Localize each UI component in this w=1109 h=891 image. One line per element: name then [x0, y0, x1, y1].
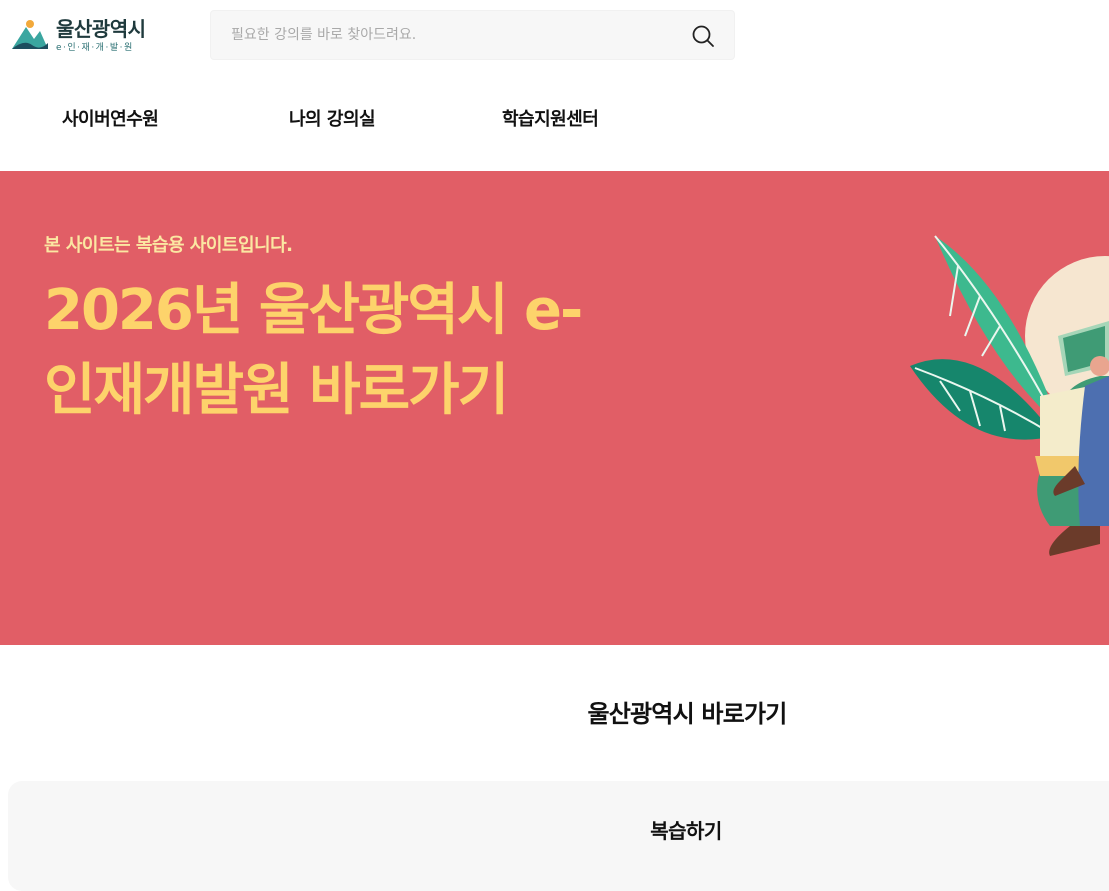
reading-person-illustration	[910, 235, 1109, 556]
search-bar	[210, 10, 735, 60]
nav-item-my-classroom[interactable]: 나의 강의실	[289, 96, 376, 144]
nav-item-learning-support[interactable]: 학습지원센터	[502, 96, 599, 144]
header: 울산광역시 e·인·재·개·발·원 사이버연수원 나의 강의실 학습지원센터	[0, 0, 1109, 171]
hero-banner[interactable]: 본 사이트는 복습용 사이트입니다. 2026년 울산광역시 e- 인재개발원 …	[0, 171, 1109, 645]
logo-mountain-icon	[12, 20, 48, 49]
main-nav: 사이버연수원 나의 강의실 학습지원센터	[0, 96, 700, 146]
nav-item-cyber-academy[interactable]: 사이버연수원	[62, 96, 159, 144]
section-title-text: 울산광역시 바로가기	[587, 700, 787, 728]
search-icon	[692, 25, 714, 47]
logo-title: 울산광역시	[56, 16, 146, 41]
hero-title-line-1: 2026년 울산광역시 e-	[44, 278, 583, 343]
review-card[interactable]: 복습하기	[8, 781, 1109, 891]
logo-subtitle: e·인·재·개·발·원	[56, 42, 134, 53]
section-title: 울산광역시 바로가기	[0, 694, 1109, 729]
search-button[interactable]	[690, 23, 716, 49]
hero-subtitle: 본 사이트는 복습용 사이트입니다.	[44, 235, 293, 256]
site-logo[interactable]: 울산광역시 e·인·재·개·발·원	[10, 12, 180, 58]
hero-title: 2026년 울산광역시 e- 인재개발원 바로가기	[44, 271, 644, 431]
hero-title-line-2: 인재개발원 바로가기	[44, 358, 509, 423]
search-input[interactable]	[211, 11, 681, 59]
review-label: 복습하기	[650, 819, 722, 843]
